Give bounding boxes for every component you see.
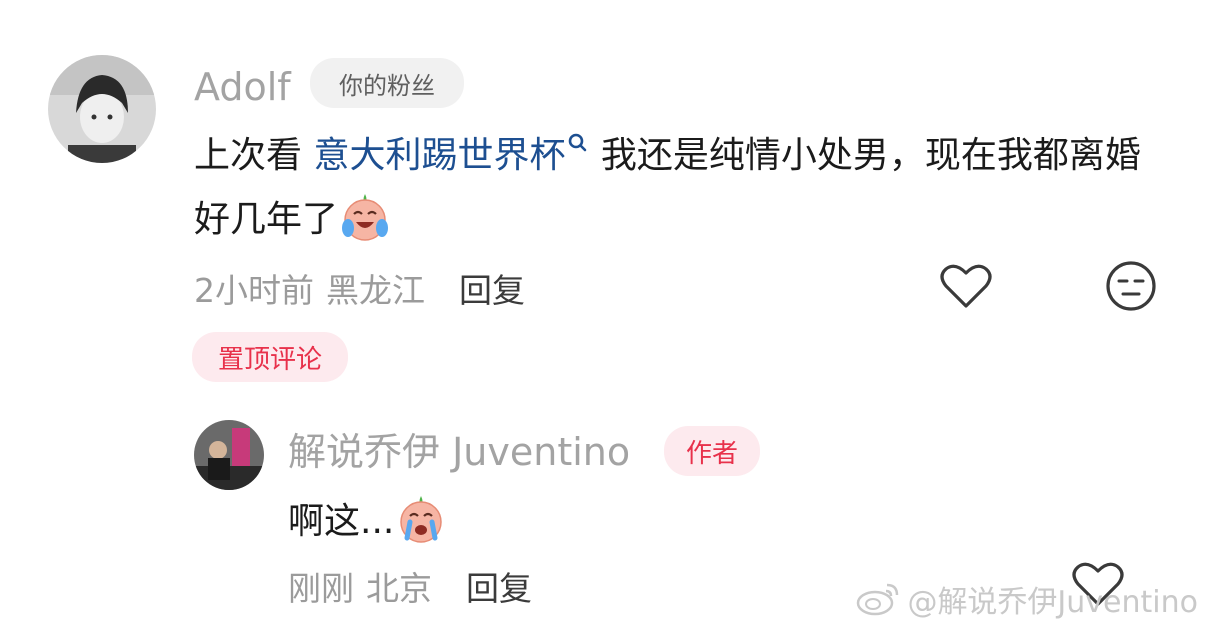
unamused-face-icon — [1106, 261, 1156, 311]
fan-badge: 你的粉丝 — [310, 58, 464, 108]
watermark-text: @解说乔伊Juventino — [907, 585, 1198, 620]
reply-time: 刚刚 — [288, 569, 354, 608]
pinned-comment-badge: 置顶评论 — [192, 332, 348, 382]
user-avatar[interactable] — [48, 55, 156, 163]
reply-location: 北京 — [366, 569, 432, 608]
search-icon — [569, 133, 587, 152]
reply-username[interactable]: 解说乔伊 Juventino — [288, 433, 630, 471]
crying-emoji-icon — [400, 496, 443, 543]
reply-meta: 刚刚 北京 回复 — [288, 562, 532, 610]
crying-laughing-emoji-icon — [342, 194, 389, 241]
comment-location: 黑龙江 — [326, 271, 425, 310]
reply-button[interactable]: 回复 — [459, 271, 525, 310]
comment-username[interactable]: Adolf — [194, 68, 291, 106]
comment-text: 上次看 意大利踢世界杯 我还是纯情小处男，现在我都离婚好几年了 — [194, 124, 1174, 252]
weibo-logo-icon — [857, 583, 899, 616]
topic-link[interactable]: 意大利踢世界杯 — [313, 135, 565, 176]
reply-reply-button[interactable]: 回复 — [466, 569, 532, 608]
heart-icon — [940, 264, 992, 308]
comment-time: 2小时前 — [194, 271, 314, 310]
reply-avatar[interactable] — [194, 420, 264, 490]
dislike-button[interactable] — [1105, 260, 1157, 312]
watermark: @解说乔伊Juventino — [855, 577, 1198, 621]
like-button[interactable] — [940, 262, 992, 310]
author-badge: 作者 — [664, 426, 760, 476]
comment-meta: 2小时前 黑龙江 回复 — [194, 264, 525, 312]
reply-text: 啊这... — [288, 490, 448, 554]
